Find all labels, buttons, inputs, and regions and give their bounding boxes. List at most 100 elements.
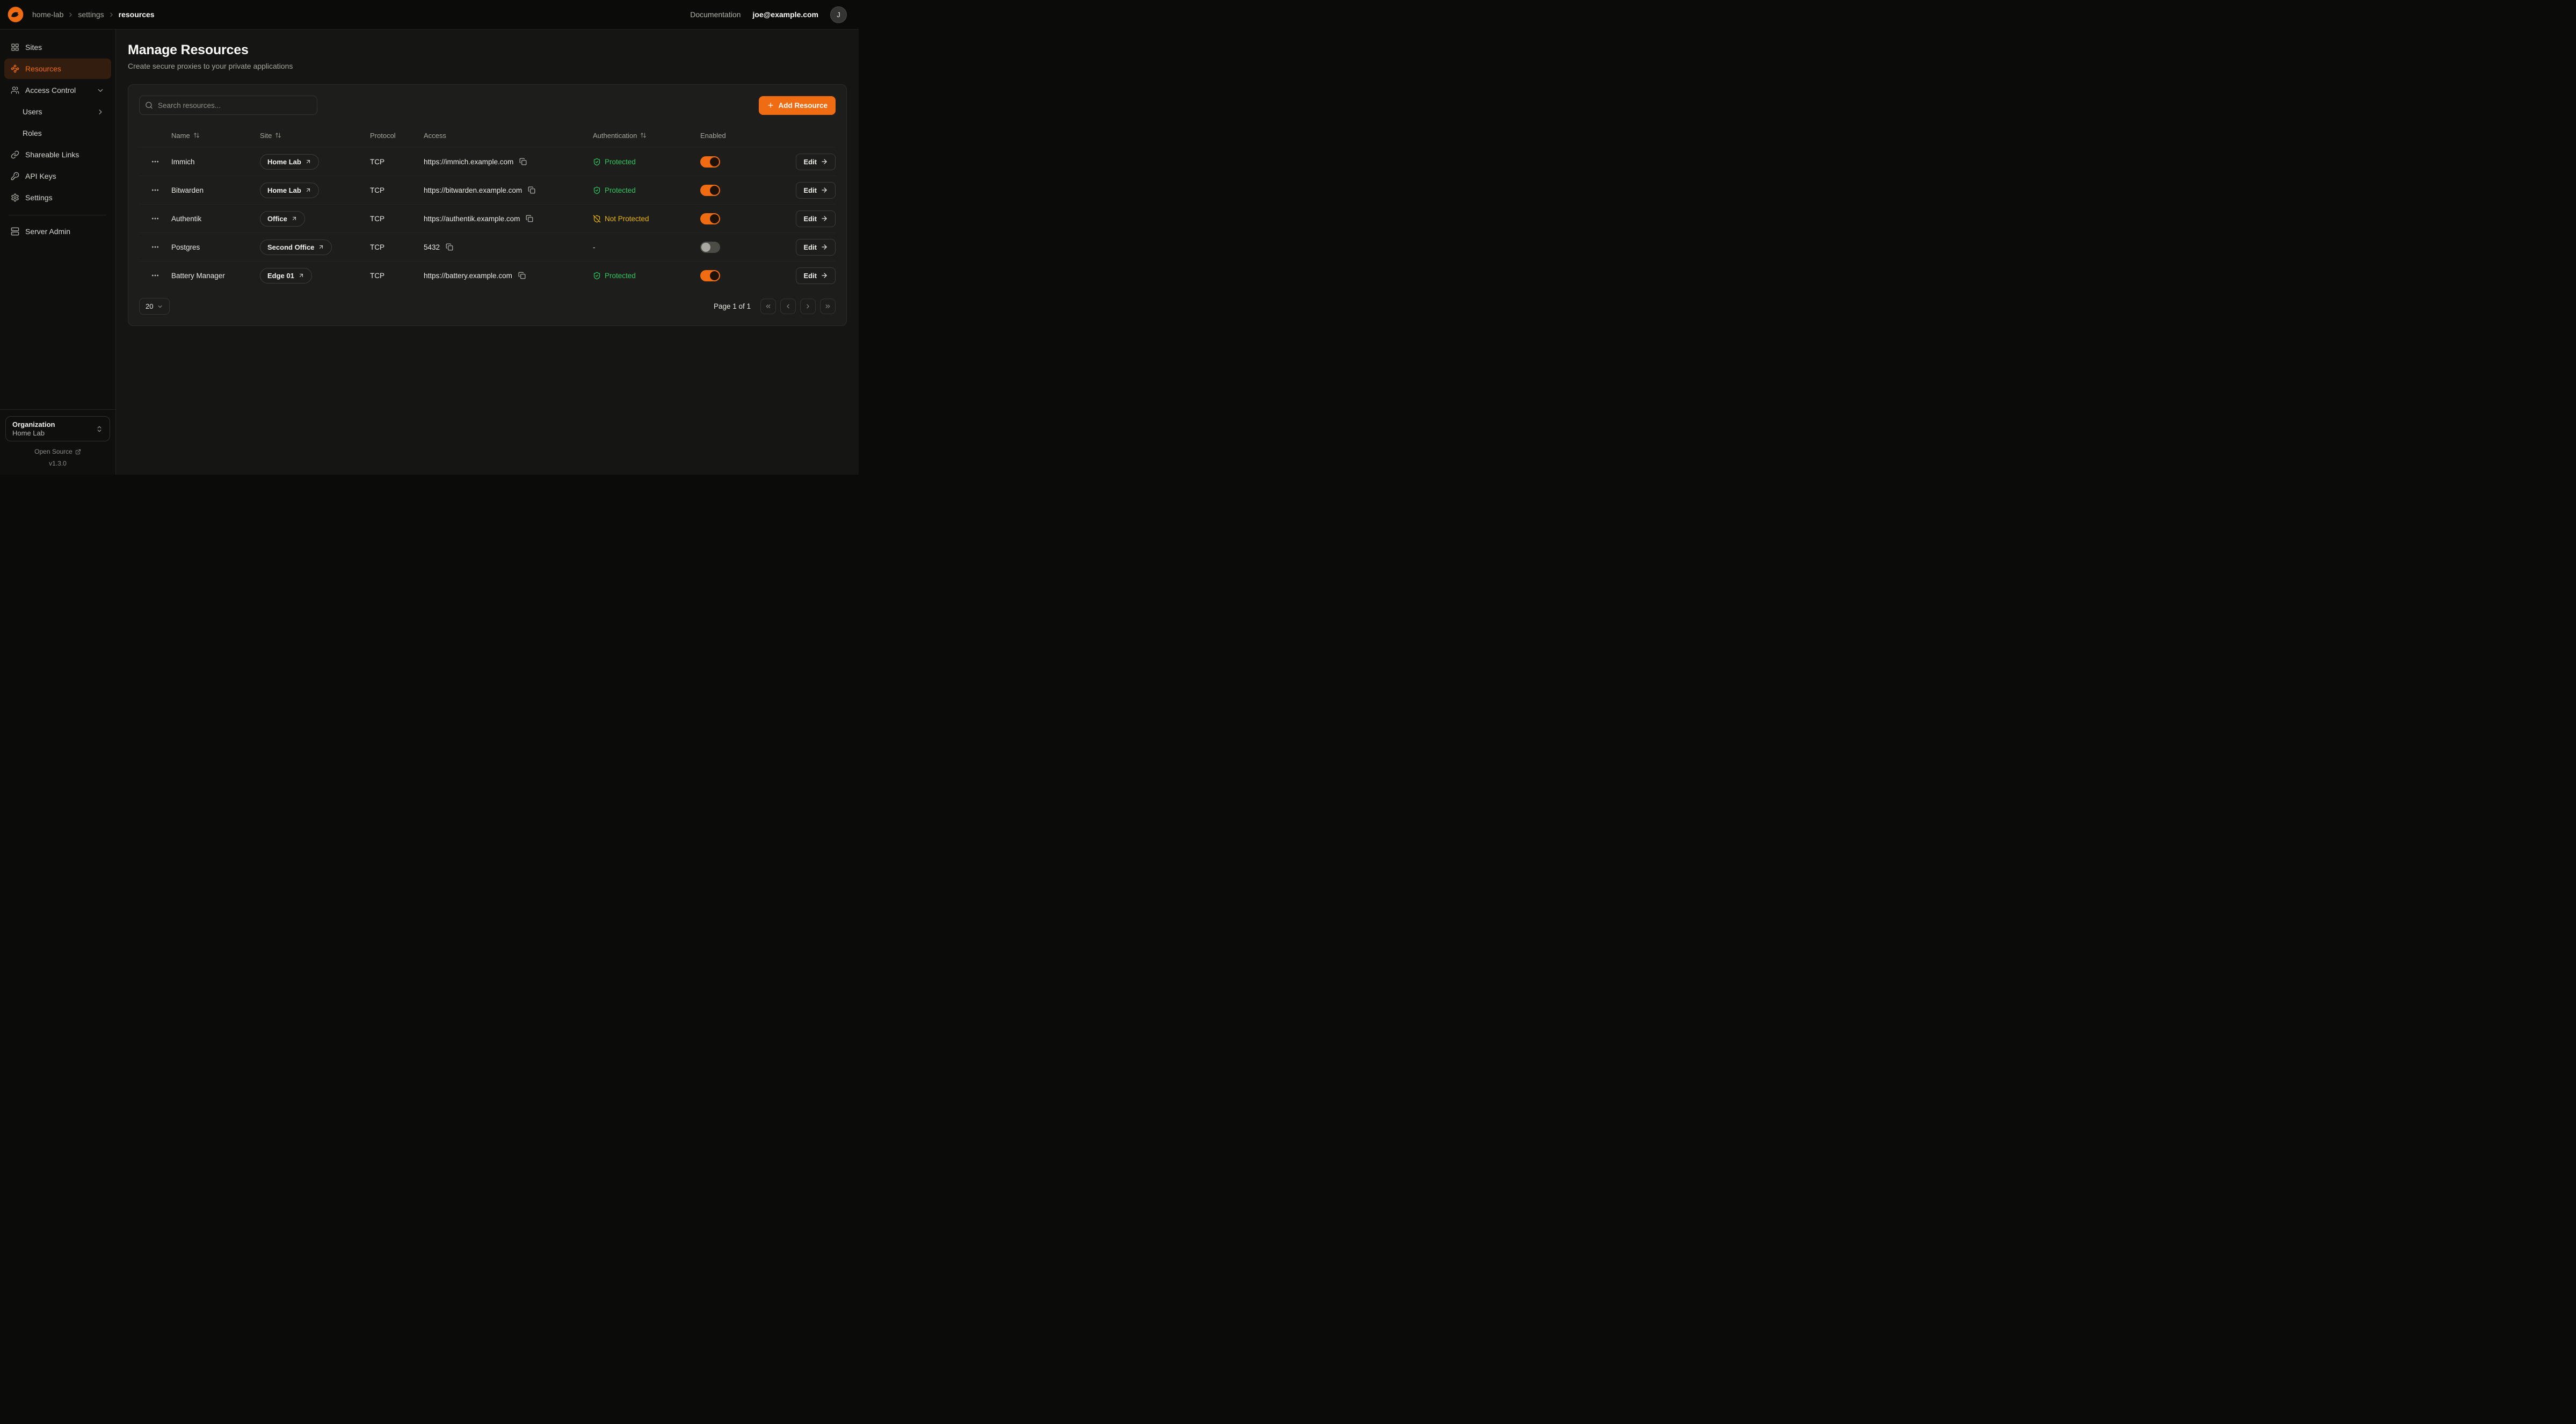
pangolin-logo[interactable] [6, 5, 25, 24]
page-size-select[interactable]: 20 [139, 298, 170, 315]
auth-status: Protected [605, 272, 636, 280]
pangolin-logo-icon [6, 5, 25, 24]
ellipsis-icon [151, 243, 159, 251]
edit-button[interactable]: Edit [796, 267, 836, 284]
copy-button[interactable] [525, 214, 534, 223]
documentation-link[interactable]: Documentation [690, 10, 741, 19]
column-header-site[interactable]: Site [260, 132, 370, 140]
edit-label: Edit [803, 158, 817, 166]
breadcrumb-current: resources [119, 10, 155, 19]
enabled-toggle[interactable] [700, 270, 720, 281]
sidebar-item-sites[interactable]: Sites [4, 37, 111, 57]
add-resource-button[interactable]: Add Resource [759, 96, 836, 115]
sidebar-item-resources[interactable]: Resources [4, 59, 111, 79]
chevrons-left-icon [765, 303, 772, 310]
ellipsis-icon [151, 214, 159, 223]
resource-name: Immich [171, 158, 260, 166]
auth-status: Protected [605, 158, 636, 166]
edit-button[interactable]: Edit [796, 154, 836, 170]
edit-label: Edit [803, 215, 817, 223]
row-menu-button[interactable] [149, 269, 162, 282]
access-url: https://battery.example.com [424, 272, 512, 280]
next-page-button[interactable] [800, 299, 816, 314]
auth-status: Protected [605, 186, 636, 194]
edit-label: Edit [803, 272, 817, 280]
avatar[interactable]: J [830, 6, 847, 23]
main-content: Manage Resources Create secure proxies t… [116, 30, 859, 475]
toggle-knob [710, 157, 719, 166]
sidebar-item-roles[interactable]: Roles [4, 123, 111, 143]
sidebar-item-users[interactable]: Users [4, 101, 111, 122]
copy-button[interactable] [518, 157, 528, 166]
column-header-authentication[interactable]: Authentication [593, 132, 700, 140]
app-version: v1.3.0 [5, 460, 110, 467]
site-link[interactable]: Office [260, 211, 305, 227]
table-row: Authentik Office TCP https://authentik.e… [139, 204, 836, 233]
sort-icon [275, 132, 281, 139]
first-page-button[interactable] [760, 299, 776, 314]
arrow-right-icon [821, 243, 828, 251]
sidebar-item-access-control[interactable]: Access Control [4, 80, 111, 100]
sidebar-item-server-admin[interactable]: Server Admin [4, 221, 111, 242]
sidebar-item-api-keys[interactable]: API Keys [4, 166, 111, 186]
last-page-button[interactable] [820, 299, 836, 314]
topbar-right: Documentation joe@example.com J [690, 6, 847, 23]
enabled-toggle[interactable] [700, 242, 720, 253]
user-email[interactable]: joe@example.com [752, 10, 818, 19]
sidebar-item-settings[interactable]: Settings [4, 187, 111, 208]
sidebar-item-label: Sites [25, 43, 42, 52]
column-header-name[interactable]: Name [171, 132, 260, 140]
sidebar-item-label: Users [23, 107, 42, 116]
edit-button[interactable]: Edit [796, 210, 836, 227]
site-link[interactable]: Second Office [260, 239, 332, 255]
copy-button[interactable] [527, 185, 536, 195]
site-link[interactable]: Edge 01 [260, 268, 312, 284]
row-menu-button[interactable] [149, 212, 162, 225]
auth-cell: - [593, 243, 700, 251]
column-header-enabled: Enabled [700, 132, 773, 140]
open-source-link[interactable]: Open Source [5, 448, 110, 455]
sidebar-item-label: Shareable Links [25, 150, 79, 159]
sidebar-nav: Sites Resources Access Control Users Rol [0, 30, 115, 409]
site-link[interactable]: Home Lab [260, 154, 319, 170]
chevron-right-icon [108, 11, 115, 18]
enabled-toggle[interactable] [700, 213, 720, 224]
breadcrumb-settings[interactable]: settings [78, 10, 104, 19]
arrow-right-icon [821, 158, 828, 165]
copy-button[interactable] [517, 271, 527, 280]
auth-cell: Not Protected [593, 215, 700, 223]
shield-check-icon [593, 158, 601, 166]
prev-page-button[interactable] [780, 299, 796, 314]
row-menu-button[interactable] [149, 241, 162, 253]
copy-button[interactable] [445, 242, 454, 252]
sort-icon [193, 132, 200, 139]
organization-value: Home Lab [12, 429, 91, 437]
access-url: https://immich.example.com [424, 158, 513, 166]
resource-name: Battery Manager [171, 272, 260, 280]
resource-protocol: TCP [370, 158, 424, 166]
row-menu-button[interactable] [149, 184, 162, 197]
search-input[interactable] [139, 96, 317, 115]
shield-check-icon [593, 186, 601, 194]
organization-label: Organization [12, 420, 91, 428]
breadcrumb-org[interactable]: home-lab [32, 10, 63, 19]
edit-button[interactable]: Edit [796, 239, 836, 256]
table-header: Name Site Protocol Access [139, 123, 836, 147]
row-menu-button[interactable] [149, 155, 162, 168]
chevron-right-icon [96, 108, 105, 116]
edit-label: Edit [803, 243, 817, 251]
table-row: Postgres Second Office TCP 5432 - Edit [139, 233, 836, 261]
edit-button[interactable]: Edit [796, 182, 836, 199]
sidebar-item-shareable-links[interactable]: Shareable Links [4, 144, 111, 165]
resource-name: Authentik [171, 215, 260, 223]
resource-name: Bitwarden [171, 186, 260, 194]
gear-icon [11, 193, 19, 202]
enabled-toggle[interactable] [700, 156, 720, 168]
app: home-lab settings resources Documentatio… [0, 0, 859, 475]
organization-selector[interactable]: Organization Home Lab [5, 416, 110, 441]
resource-protocol: TCP [370, 186, 424, 194]
chevron-left-icon [785, 303, 792, 310]
enabled-toggle[interactable] [700, 185, 720, 196]
chevrons-up-down-icon [96, 425, 103, 433]
site-link[interactable]: Home Lab [260, 183, 319, 198]
